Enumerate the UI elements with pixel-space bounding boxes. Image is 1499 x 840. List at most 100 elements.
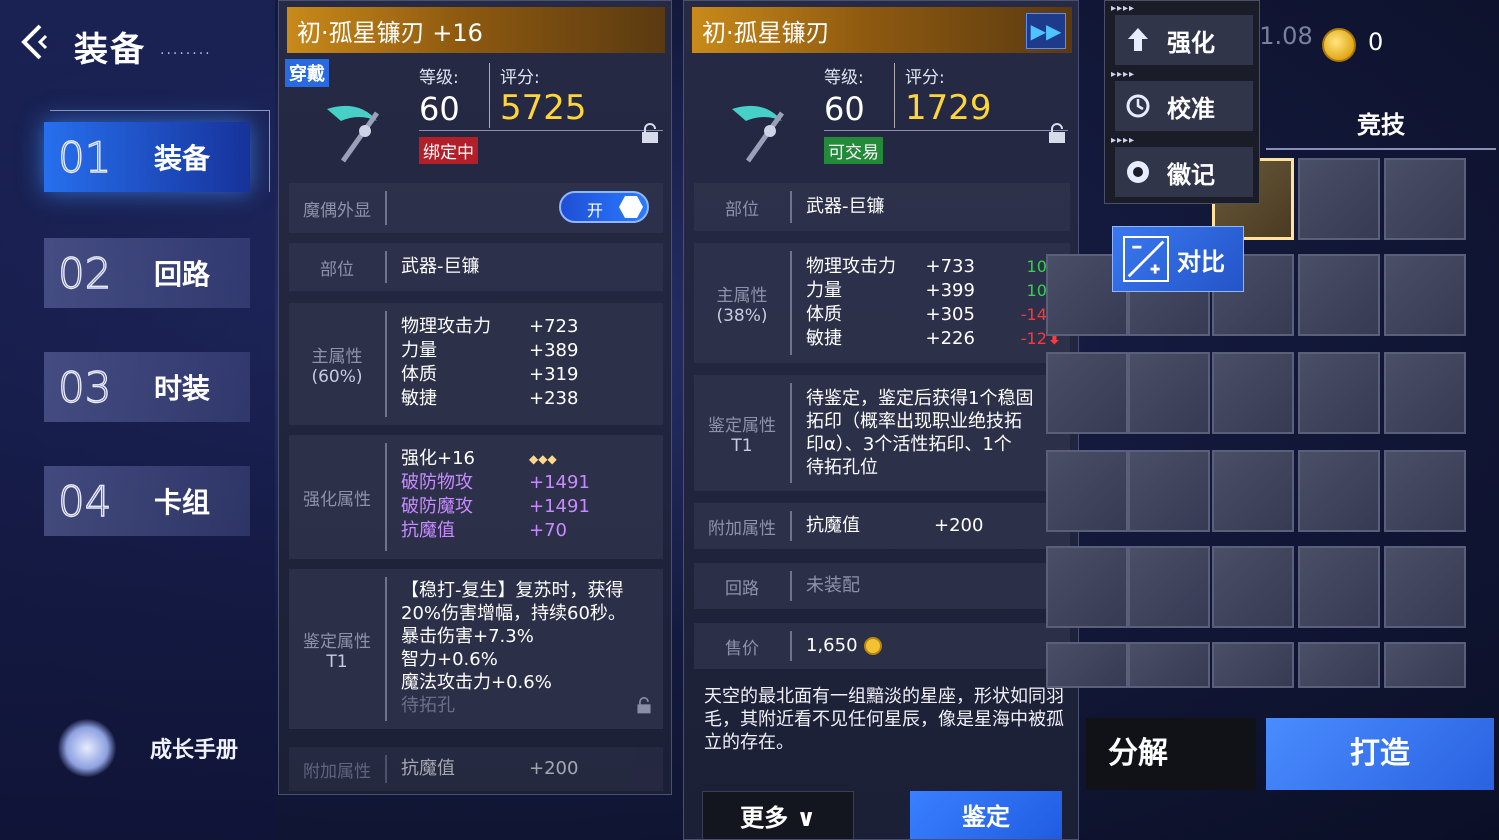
menu-item-label: 徽记 <box>1167 160 1215 189</box>
lock-icon[interactable] <box>639 123 661 145</box>
inventory-slot[interactable] <box>1046 546 1128 628</box>
menu-dots: ▸▸▸▸ <box>1111 135 1136 146</box>
fast-forward-button[interactable]: ▶▶ <box>1026 13 1066 49</box>
identify-line: 待鉴定，鉴定后获得1个稳固 <box>806 388 1034 409</box>
score-label: 评分: <box>894 63 945 88</box>
nav-item-number: 03 <box>57 362 112 412</box>
growth-manual-button[interactable]: 成长手册 <box>58 718 276 778</box>
level-value: 60 <box>419 90 460 128</box>
scythe-weapon-icon <box>327 105 380 163</box>
slot-value: 武器-巨镰 <box>401 256 480 277</box>
toggle-knob <box>619 196 643 218</box>
inventory-slot[interactable] <box>1384 642 1466 688</box>
inventory-slot[interactable] <box>1212 352 1294 434</box>
inventory-slot[interactable] <box>1298 254 1380 336</box>
inventory-slot[interactable] <box>1298 352 1380 434</box>
delta-down: -12 <box>1020 329 1047 348</box>
item-description: 天空的最北面有一组黯淡的星座，形状如同羽毛，其附近看不见任何星辰，像是星海中被孤… <box>704 686 1064 753</box>
gold-coin-value: 0 <box>1368 28 1384 56</box>
identify-tier: T1 <box>326 651 348 672</box>
inventory-slot[interactable] <box>1384 254 1466 336</box>
nav-item-number: 02 <box>57 248 112 298</box>
inventory-slot[interactable] <box>1128 450 1210 532</box>
identify-line: 智力+0.6% <box>401 649 498 670</box>
inventory-slot[interactable] <box>1298 158 1380 240</box>
inventory-slot[interactable] <box>1384 158 1466 240</box>
inventory-slot[interactable] <box>1384 546 1466 628</box>
extra-attr-name: 抗魔值 <box>401 758 455 779</box>
nav-item-equipment[interactable]: 01 装备 <box>44 122 250 192</box>
extra-attr-row: 附加属性 抗魔值 +200 <box>289 747 663 791</box>
menu-dots: ▸▸▸▸ <box>1111 3 1136 14</box>
equipped-item-panel: 初·孤星镰刃 +16 穿戴 等级: 评分: 60 5725 绑定中 魔偶外显 开… <box>278 0 672 795</box>
menu-item-calibrate[interactable]: 校准 <box>1115 81 1253 131</box>
price-label: 售价 <box>725 638 759 659</box>
main-attr-list: 物理攻击力 +723 力量 +389 体质 +319 敏捷 +238 <box>401 315 655 411</box>
circuit-label: 回路 <box>725 578 759 599</box>
attr-line: 力量+39910⬆ <box>806 279 1062 303</box>
inventory-slot[interactable] <box>1212 450 1294 532</box>
enhance-attr-label: 强化属性 <box>303 489 371 510</box>
identify-line: 20%伤害增幅，持续60秒。 <box>401 603 626 624</box>
circuit-row: 回路 未装配 <box>694 563 1070 609</box>
inventory-slot[interactable] <box>1298 642 1380 688</box>
coin-icon <box>863 637 882 655</box>
lock-icon[interactable] <box>1046 123 1068 145</box>
inventory-slot[interactable] <box>1046 642 1128 688</box>
nav-item-circuit[interactable]: 02 回路 <box>44 238 250 308</box>
inventory-slot[interactable] <box>1128 352 1210 434</box>
menu-item-label: 校准 <box>1167 94 1215 123</box>
extra-attr-name: 抗魔值 <box>806 515 860 536</box>
inventory-slot[interactable] <box>1128 642 1210 688</box>
menu-item-emblem[interactable]: 徽记 <box>1115 147 1253 197</box>
main-attr-row: 主属性 (60%) 物理攻击力 +723 力量 +389 体质 +319 敏捷 +238 <box>289 303 663 425</box>
back-button[interactable] <box>12 20 56 64</box>
inventory-slot[interactable] <box>1128 546 1210 628</box>
toggle-label: 开 <box>587 201 604 220</box>
enhance-attr-row: 强化属性 强化+16 ◆◆◆ 破防物攻 +1491 破防魔攻 +1491 抗魔值 +70 <box>289 435 663 559</box>
menu-dots: ▸▸▸▸ <box>1111 69 1136 80</box>
dismantle-button[interactable]: 分解 <box>1086 718 1256 790</box>
nav-item-label: 卡组 <box>154 486 211 519</box>
identify-attr-title: 鉴定属性 <box>708 415 776 436</box>
main-attr-title: 主属性 <box>716 285 768 306</box>
nav-item-deck[interactable]: 04 卡组 <box>44 466 250 536</box>
attr-line: 敏捷 +226 -12 ⬇ <box>806 328 1062 349</box>
emblem-icon <box>1127 161 1149 183</box>
identify-line: 印α）、3个活性拓印、1个 <box>806 434 1012 455</box>
menu-item-enhance[interactable]: 强化 <box>1115 15 1253 65</box>
inventory-slot[interactable] <box>1384 352 1466 434</box>
identify-tier: T1 <box>731 435 753 456</box>
tab-arena[interactable]: 竞技 <box>1266 100 1496 150</box>
attr-line: 敏捷 +238 <box>401 388 579 409</box>
extra-attr-value: +200 <box>529 758 579 779</box>
nav-item-label: 回路 <box>154 258 211 291</box>
appearance-toggle[interactable]: 开 <box>559 191 649 223</box>
inventory-slot[interactable] <box>1384 450 1466 532</box>
inventory-slot[interactable] <box>1298 450 1380 532</box>
attr-line: 破防物攻 +1491 <box>401 472 590 493</box>
book-icon <box>58 719 116 777</box>
menu-item-label: 强化 <box>1167 28 1215 57</box>
forge-button[interactable]: 打造 <box>1266 718 1494 790</box>
inventory-slot[interactable] <box>1298 546 1380 628</box>
stat-block: 等级: 评分: 60 5725 绑定中 <box>419 63 663 164</box>
inventory-slot[interactable] <box>1212 546 1294 628</box>
attr-line: 强化+16 ◆◆◆ <box>401 448 557 469</box>
nav-item-fashion[interactable]: 03 时装 <box>44 352 250 422</box>
attr-line: 力量 +389 <box>401 340 579 361</box>
identify-button[interactable]: 鉴定 <box>910 791 1062 839</box>
compare-button[interactable]: 对比 <box>1112 226 1244 292</box>
more-button[interactable]: 更多 ∨ <box>702 791 854 839</box>
item-name-header: 初·孤星镰刃 +16 <box>287 7 665 53</box>
extra-attr-label: 附加属性 <box>303 761 371 782</box>
inventory-slot[interactable] <box>1046 450 1128 532</box>
inventory-slot[interactable] <box>1212 642 1294 688</box>
gold-coin-icon <box>1322 28 1356 62</box>
level-value: 60 <box>824 90 865 128</box>
inventory-slot[interactable] <box>1046 352 1128 434</box>
extra-attr-row: 附加属性 抗魔值 +200 <box>694 503 1070 549</box>
inventory-area: 11.08 0 竞技 ▸▸▸▸ 强化 ▸▸▸▸ 校准 ▸▸▸▸ 徽记 对比 分解… <box>1046 0 1499 840</box>
identify-attr-title: 鉴定属性 <box>303 631 371 652</box>
page-title: 装备 <box>74 30 146 70</box>
